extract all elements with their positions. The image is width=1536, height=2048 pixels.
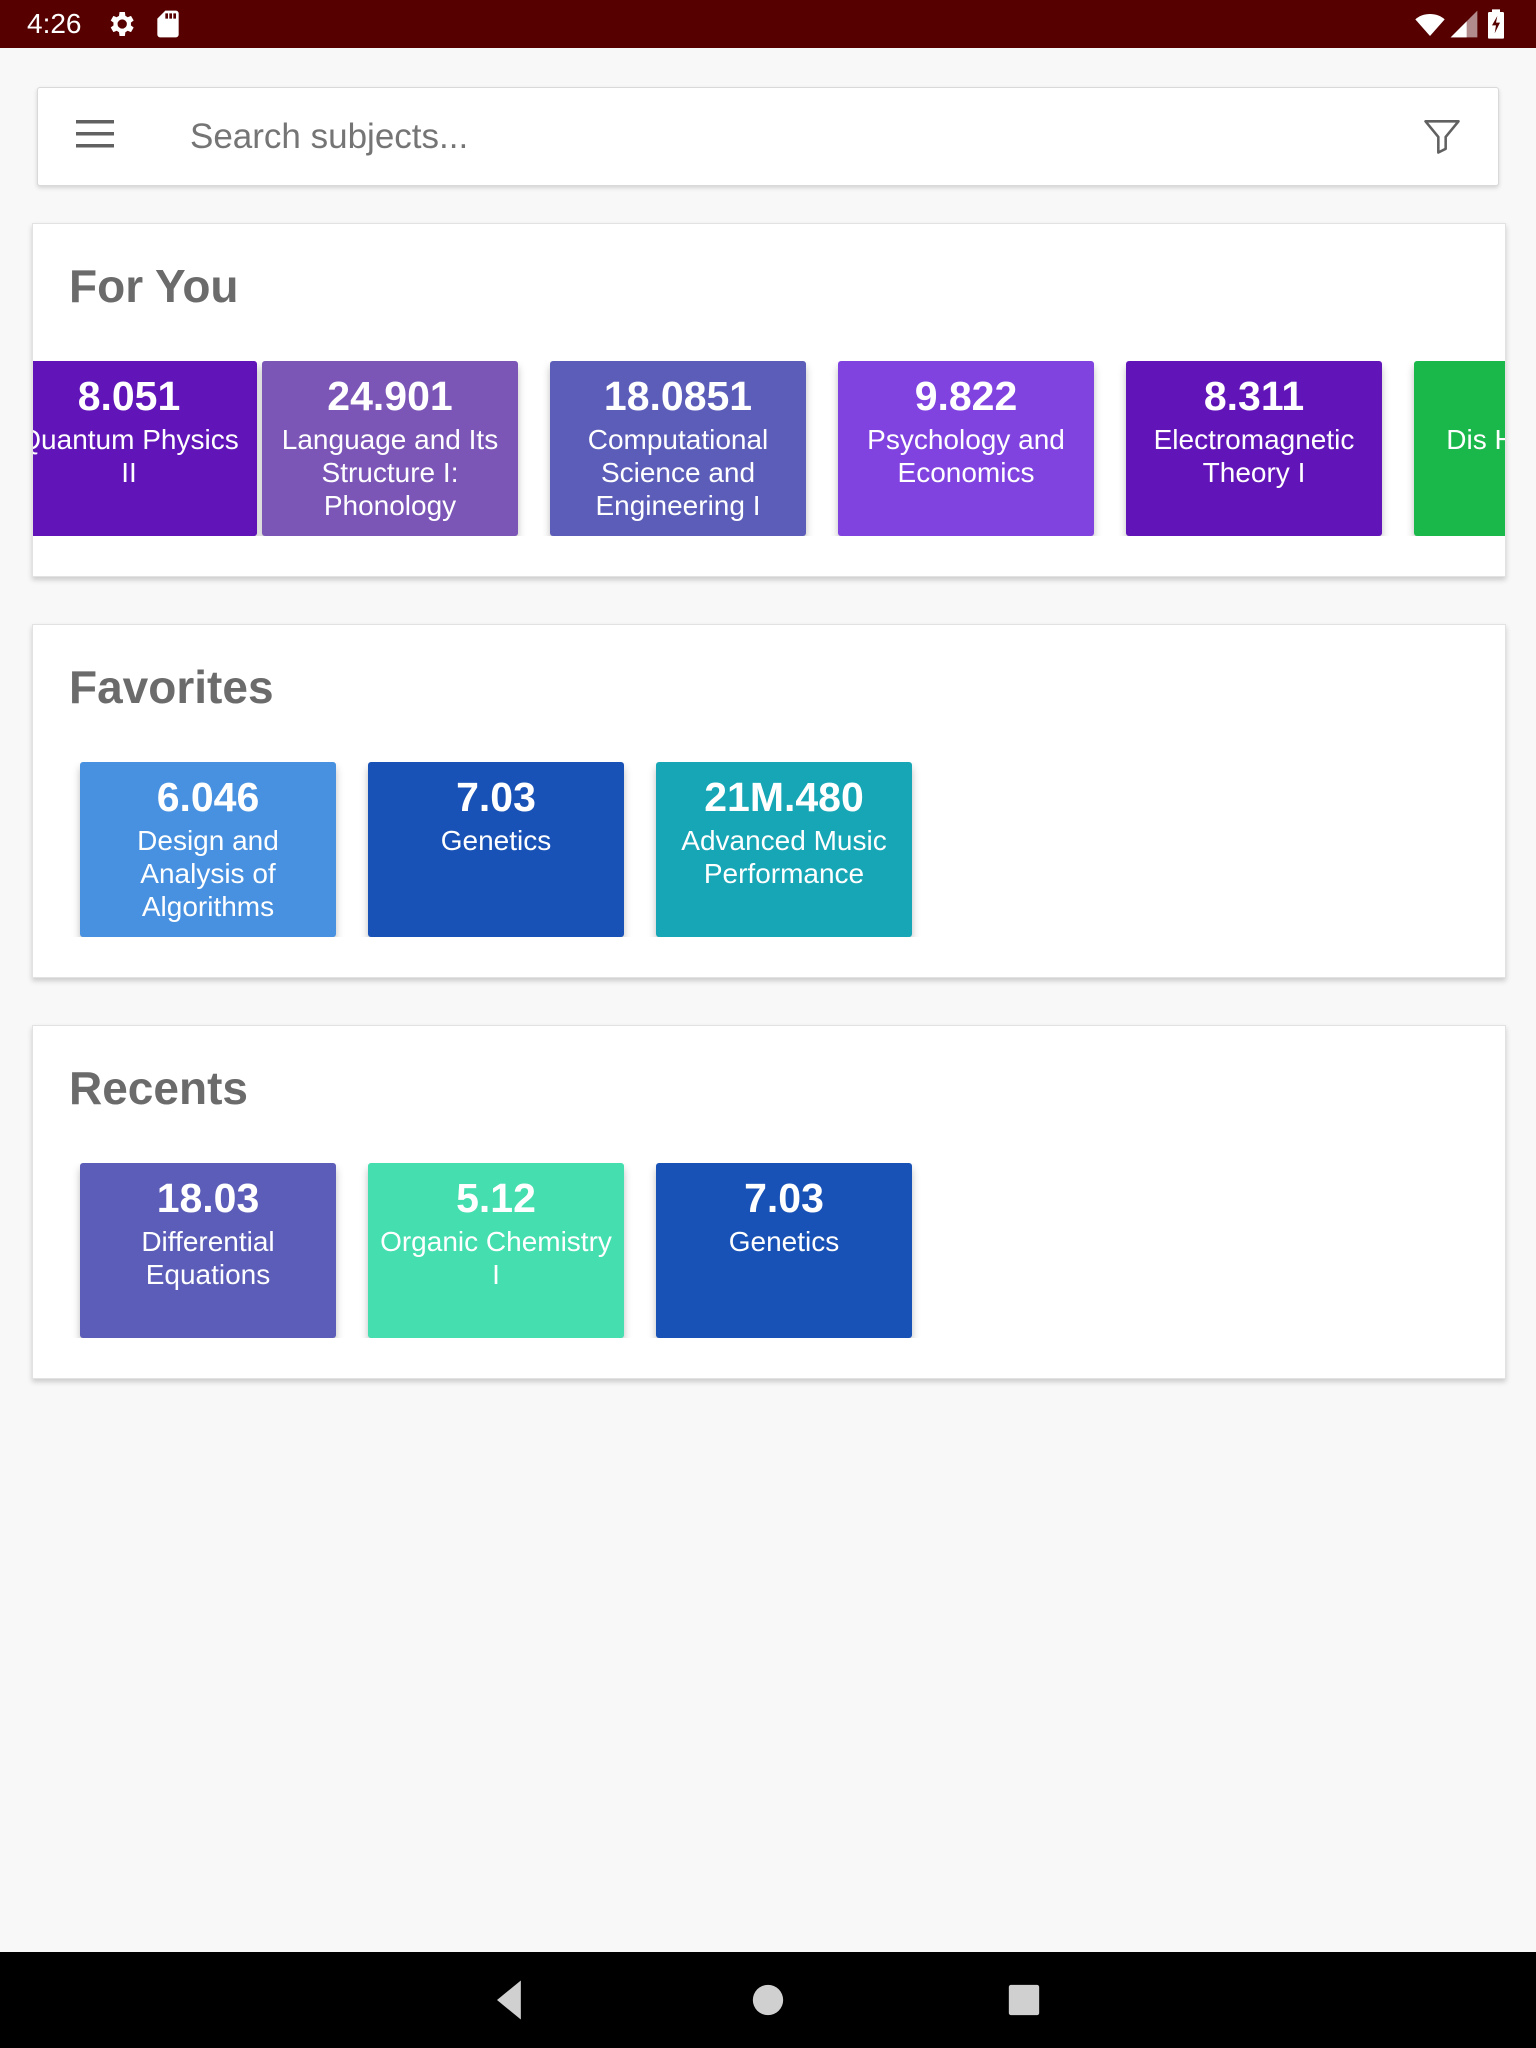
tile-name: Psychology and Economics (867, 424, 1065, 488)
sd-card-icon (157, 10, 179, 38)
signal-icon (1450, 10, 1478, 38)
section-title: Recents (69, 1062, 248, 1114)
subject-tile[interactable]: 18.03 Differential Equations (80, 1163, 336, 1338)
tile-name: Language and Its Structure I: Phonology (281, 424, 499, 521)
tile-name: Dis Heal Societ (1446, 424, 1505, 455)
tile-name: Quantum Physics II (33, 424, 239, 488)
subject-tile[interactable]: 9.822 Psychology and Economics (838, 361, 1094, 536)
subject-tile[interactable]: 5.12 Organic Chemistry I (368, 1163, 624, 1338)
section-recents: Recents 18.03 Differential Equations 5.1… (32, 1025, 1506, 1379)
search-bar (37, 87, 1499, 186)
tile-code: 21 (1414, 373, 1505, 419)
subject-tile[interactable]: 24.901 Language and Its Structure I: Pho… (262, 361, 518, 536)
tile-name: Computational Science and Engineering I (587, 424, 769, 521)
tile-code: 8.311 (1203, 373, 1305, 419)
tile-row: 18.03 Differential Equations 5.12 Organi… (33, 1163, 1505, 1338)
gear-icon (110, 12, 134, 36)
tile-code: 6.046 (156, 774, 260, 820)
tile-name: Genetics (728, 1226, 840, 1257)
tile-code: 8.051 (77, 373, 181, 419)
tile-name: Electromagnetic Theory I (1153, 424, 1355, 488)
tile-code: 21M.480 (704, 774, 864, 820)
subject-tile[interactable]: 7.03 Genetics (368, 762, 624, 937)
tile-row: 6.046 Design and Analysis of Algorithms … (33, 762, 1505, 937)
status-time: 4:26 (27, 8, 82, 39)
tile-code: 5.12 (456, 1175, 536, 1221)
hamburger-menu-icon[interactable] (72, 116, 132, 156)
recents-icon[interactable] (998, 1974, 1050, 2026)
search-input[interactable] (182, 110, 1428, 164)
filter-funnel-icon[interactable] (1414, 110, 1470, 162)
subject-tile[interactable]: 21M.480 Advanced Music Performance (656, 762, 912, 937)
tile-code: 9.822 (914, 373, 1018, 419)
tile-code: 18.0851 (603, 373, 753, 419)
tile-name: Design and Analysis of Algorithms (137, 825, 279, 922)
navigation-bar (0, 1952, 1536, 2048)
tile-name: Genetics (440, 825, 552, 856)
tile-code: 24.901 (327, 373, 453, 419)
tile-code: 18.03 (156, 1175, 260, 1221)
subject-tile[interactable]: 21 Dis Heal Societ (1414, 361, 1505, 536)
section-title: For You (69, 260, 239, 312)
section-title: Favorites (69, 661, 274, 713)
subject-tile[interactable]: 8.311 Electromagnetic Theory I (1126, 361, 1382, 536)
subject-tile[interactable]: 6.046 Design and Analysis of Algorithms (80, 762, 336, 937)
tile-code: 7.03 (456, 774, 536, 820)
status-bar: 4:26 (0, 0, 1536, 48)
tile-row[interactable]: 8.051 Quantum Physics II 24.901 Language… (33, 361, 1505, 536)
tile-code: 7.03 (744, 1175, 824, 1221)
subject-tile[interactable]: 18.0851 Computational Science and Engine… (550, 361, 806, 536)
battery-charging-icon (1488, 9, 1504, 39)
section-favorites: Favorites 6.046 Design and Analysis of A… (32, 624, 1506, 978)
tile-name: Advanced Music Performance (681, 825, 887, 889)
back-icon[interactable] (484, 1974, 536, 2026)
home-icon[interactable] (742, 1974, 794, 2026)
tile-name: Differential Equations (141, 1226, 275, 1290)
section-for-you: For You 8.051 Quantum Physics II 24.901 … (32, 223, 1506, 577)
tile-name: Organic Chemistry I (380, 1226, 612, 1290)
subject-tile[interactable]: 8.051 Quantum Physics II (33, 361, 257, 536)
subject-tile[interactable]: 7.03 Genetics (656, 1163, 912, 1338)
wifi-icon (1415, 14, 1445, 36)
